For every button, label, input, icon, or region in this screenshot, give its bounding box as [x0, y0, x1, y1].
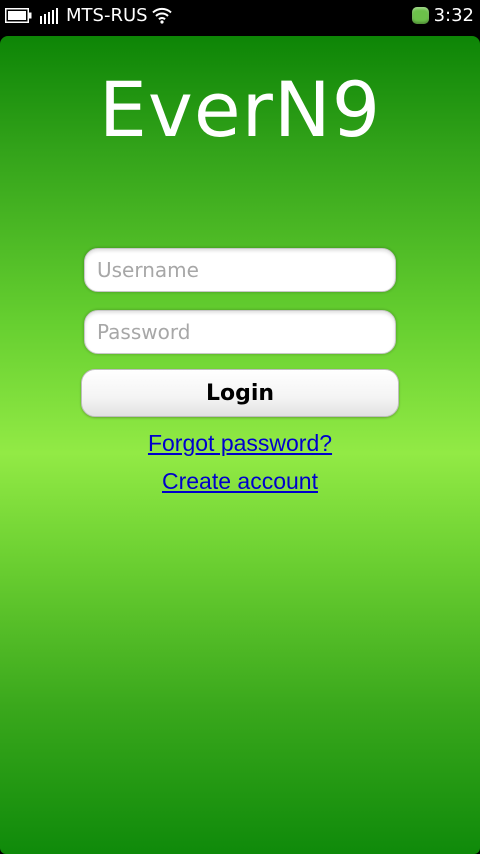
login-screen: EverN9 Login Forgot password? Create acc… [0, 36, 480, 854]
create-account-row: Create account [0, 467, 480, 495]
password-input[interactable] [84, 310, 396, 354]
login-button[interactable]: Login [81, 369, 399, 417]
presence-icon [412, 7, 429, 24]
clock: 3:32 [433, 5, 474, 26]
signal-icon [40, 8, 58, 24]
battery-icon [5, 8, 32, 23]
app-title: EverN9 [98, 65, 382, 154]
create-account-link[interactable]: Create account [162, 468, 318, 494]
carrier-name: MTS-RUS [66, 5, 148, 26]
username-input[interactable] [84, 248, 396, 292]
wifi-icon [152, 7, 172, 24]
forgot-password-row: Forgot password? [0, 429, 480, 457]
status-bar: MTS-RUS 3:32 [0, 0, 480, 34]
forgot-password-link[interactable]: Forgot password? [148, 430, 332, 456]
